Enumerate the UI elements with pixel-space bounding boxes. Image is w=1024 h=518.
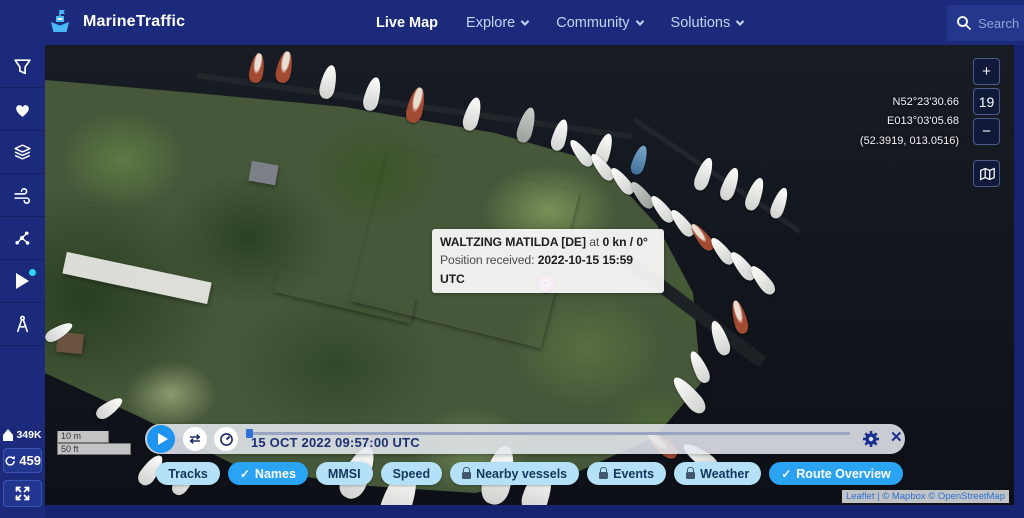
scale-metric: 10 m — [57, 431, 109, 443]
boat — [718, 166, 743, 203]
boat — [274, 50, 295, 84]
lock-icon — [462, 472, 471, 479]
nav-community[interactable]: Community — [556, 15, 642, 31]
chevron-down-icon — [521, 17, 529, 25]
measure-tool[interactable] — [0, 303, 45, 346]
toolbar-label: Names — [255, 467, 296, 481]
boat — [361, 76, 384, 113]
toolbar-label: Nearby vessels — [476, 467, 567, 481]
zoom-out-button[interactable]: − — [973, 118, 1000, 145]
cursor-coordinates: N52°23'30.66 E013°03'05.68 (52.3919, 013… — [860, 93, 959, 151]
playback-timeline: ⇄ 15 OCT 2022 09:57:00 UTC ✕ — [145, 424, 905, 454]
toolbar-weather[interactable]: Weather — [674, 462, 761, 485]
compare-button[interactable]: ⇄ — [183, 427, 207, 451]
search-box[interactable] — [947, 5, 1024, 41]
marinetraffic-app: WALTZING MATILDA [DE] at 0 kn / 0° Posit… — [0, 0, 1024, 518]
layers-icon — [13, 143, 32, 161]
main-nav: Live Map Explore Community Solutions — [376, 0, 743, 45]
vessel-count[interactable]: 349K — [0, 429, 45, 441]
play-icon — [16, 273, 29, 289]
lock-icon — [599, 472, 608, 479]
toolbar-label: Events — [613, 467, 654, 481]
wind-icon — [13, 187, 32, 204]
nav-live-map[interactable]: Live Map — [376, 15, 438, 31]
filters-tool[interactable] — [0, 45, 45, 88]
scale-imperial: 50 ft — [57, 443, 131, 455]
search-icon — [956, 15, 972, 31]
toolbar-label: Tracks — [168, 467, 208, 481]
lock-icon — [686, 472, 695, 479]
compass-divider-icon — [13, 315, 32, 334]
tooltip-line2: Position received: 2022-10-15 15:59 UTC — [440, 251, 656, 288]
expand-icon — [14, 485, 31, 502]
timeline-settings-button[interactable] — [861, 429, 881, 449]
layers-tool[interactable] — [0, 131, 45, 174]
ship-logo-icon — [46, 8, 74, 36]
toolbar-nearby-vessels[interactable]: Nearby vessels — [450, 462, 579, 485]
map-canvas[interactable]: WALTZING MATILDA [DE] at 0 kn / 0° Posit… — [45, 45, 1014, 505]
refresh-icon — [4, 454, 16, 468]
refresh-count[interactable]: 459 — [3, 448, 42, 473]
timeline-close-button[interactable]: ✕ — [890, 428, 903, 446]
toolbar-route-overview[interactable]: ✓ Route Overview — [769, 462, 903, 485]
sidebar-counters: 349K 459 — [0, 429, 45, 518]
toolbar-label: MMSI — [328, 467, 361, 481]
chevron-down-icon — [736, 17, 744, 25]
map-attribution[interactable]: Leaflet | © Mapbox © OpenStreetMap — [842, 490, 1009, 503]
nav-explore[interactable]: Explore — [466, 15, 528, 31]
connections-tool[interactable] — [0, 217, 45, 260]
timeline-timestamp: 15 OCT 2022 09:57:00 UTC — [251, 435, 420, 450]
check-icon: ✓ — [781, 467, 791, 481]
top-navbar: MarineTraffic Live Map Explore Community… — [0, 0, 1024, 45]
left-sidebar: 349K 459 — [0, 45, 45, 518]
playback-speed-button[interactable] — [214, 427, 238, 451]
filter-icon — [13, 58, 32, 75]
zoom-level: 19 — [973, 88, 1000, 115]
weather-tool[interactable] — [0, 174, 45, 217]
gear-icon — [861, 429, 881, 449]
basemap-button[interactable] — [973, 160, 1000, 187]
map-toolbar: Tracks ✓ Names MMSI Speed Nearby vessels Event… — [45, 462, 1014, 485]
chevron-down-icon — [635, 17, 643, 25]
zoom-in-button[interactable]: + — [973, 58, 1000, 85]
playback-tool[interactable] — [0, 260, 45, 303]
toolbar-events[interactable]: Events — [587, 462, 666, 485]
toolbar-tracks[interactable]: Tracks — [156, 462, 220, 485]
map-scale: 10 m 50 ft — [57, 431, 131, 455]
boat — [629, 144, 651, 177]
check-icon: ✓ — [240, 467, 250, 481]
toolbar-label: Weather — [700, 467, 749, 481]
toolbar-names[interactable]: ✓ Names — [228, 462, 308, 485]
brand-name: MarineTraffic — [83, 13, 185, 31]
heart-icon — [13, 101, 32, 118]
toolbar-label: Route Overview — [796, 467, 890, 481]
expand-button[interactable] — [3, 480, 42, 507]
search-input[interactable] — [978, 16, 1024, 31]
toolbar-speed[interactable]: Speed — [381, 462, 443, 485]
nav-solutions[interactable]: Solutions — [671, 15, 744, 31]
play-button[interactable] — [147, 425, 175, 453]
boat — [768, 186, 791, 221]
brand-logo[interactable]: MarineTraffic — [46, 8, 185, 36]
vessel-icon — [3, 429, 13, 441]
toolbar-mmsi[interactable]: MMSI — [316, 462, 373, 485]
boat — [729, 299, 750, 335]
tooltip-line1: WALTZING MATILDA [DE] at 0 kn / 0° — [440, 233, 656, 251]
network-icon — [13, 229, 32, 247]
notification-dot — [29, 269, 36, 276]
toolbar-label: Speed — [393, 467, 431, 481]
vessel-tooltip: WALTZING MATILDA [DE] at 0 kn / 0° Posit… — [432, 229, 664, 293]
map-icon — [978, 165, 996, 183]
speedometer-icon — [219, 432, 234, 447]
favorites-tool[interactable] — [0, 88, 45, 131]
boat — [248, 52, 267, 84]
